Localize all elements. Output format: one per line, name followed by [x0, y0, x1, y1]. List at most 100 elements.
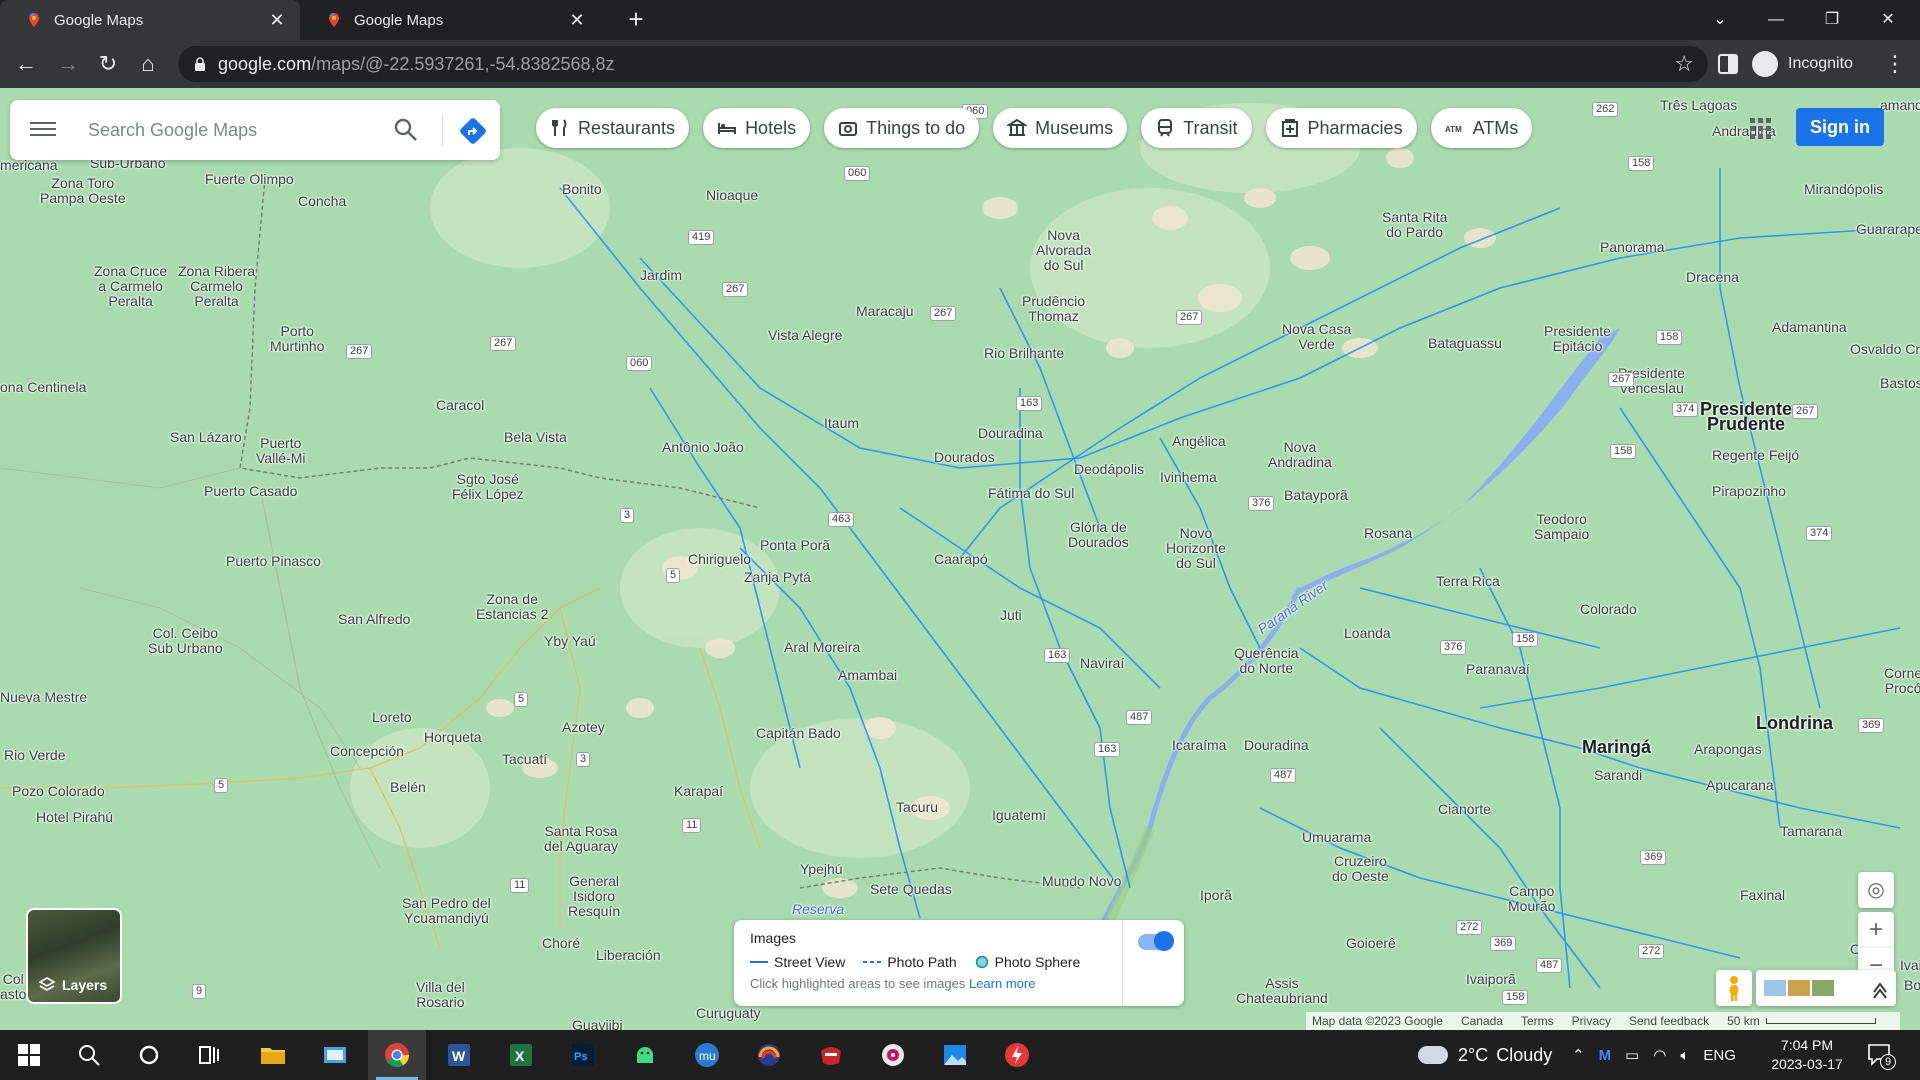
map-label[interactable]: Antônio João: [662, 440, 744, 455]
chip-restaurants[interactable]: Restaurants: [536, 108, 690, 148]
taskbar-media-app[interactable]: [864, 1030, 922, 1080]
map-label[interactable]: Glória de Dourados: [1068, 520, 1129, 550]
volume-icon[interactable]: 🔈︎: [1680, 1047, 1689, 1064]
map-label[interactable]: Deodápolis: [1074, 462, 1144, 477]
directions-icon[interactable]: [458, 116, 488, 146]
route-shield[interactable]: 158: [1656, 330, 1683, 345]
route-shield[interactable]: 267: [346, 344, 373, 359]
map-label[interactable]: Horqueta: [424, 730, 482, 745]
map-label[interactable]: Bor: [1904, 978, 1920, 993]
map-label[interactable]: Mundo Novo: [1042, 874, 1121, 889]
map-label[interactable]: Batayporã: [1284, 488, 1348, 503]
map-label[interactable]: Santa Rita do Pardo: [1382, 210, 1447, 240]
map-label[interactable]: Chiriguelo: [688, 552, 751, 567]
map-label[interactable]: Dracena: [1686, 270, 1739, 285]
route-shield[interactable]: 267: [490, 336, 517, 351]
route-shield[interactable]: 5: [214, 778, 229, 793]
minimize-button[interactable]: —: [1750, 0, 1802, 40]
map-label[interactable]: Pirapozinho: [1712, 484, 1786, 499]
learn-more-link[interactable]: Learn more: [969, 976, 1035, 991]
scale-bar[interactable]: 50 km: [1727, 1014, 1876, 1028]
map-label[interactable]: Rosana: [1364, 526, 1412, 541]
map-label[interactable]: Cruzeiro do Oeste: [1332, 854, 1389, 884]
map-label[interactable]: Azotey: [562, 720, 605, 735]
route-shield[interactable]: 262: [1592, 102, 1619, 117]
map-label[interactable]: Yby Yaú: [544, 634, 596, 649]
hamburger-menu-icon[interactable]: [30, 118, 56, 142]
app-tray-icon[interactable]: M: [1599, 1047, 1612, 1064]
map-label[interactable]: Londrina: [1756, 714, 1833, 732]
map-label[interactable]: Sarandi: [1594, 768, 1642, 783]
map-label[interactable]: Presidente Prudente: [1700, 400, 1792, 433]
route-shield[interactable]: 060: [844, 166, 871, 181]
map-label[interactable]: Mirandópolis: [1804, 182, 1883, 197]
route-shield[interactable]: 369: [1858, 718, 1885, 733]
map-label[interactable]: Três Lagoas: [1660, 98, 1737, 113]
route-shield[interactable]: 9: [192, 984, 207, 999]
map-label[interactable]: San Alfredo: [338, 612, 410, 627]
map-label[interactable]: Santa Rosa del Aguaray: [544, 824, 618, 854]
tab-close-icon[interactable]: ✕: [564, 10, 590, 31]
reload-button[interactable]: ↻: [90, 46, 126, 82]
map-label[interactable]: Caarapó: [934, 552, 988, 567]
map-label[interactable]: Reserva: [792, 902, 844, 917]
browser-tab-active[interactable]: Google Maps ✕: [0, 0, 300, 40]
map-label[interactable]: Belén: [390, 780, 426, 795]
map-label[interactable]: Liberación: [596, 948, 661, 963]
taskbar-mu-app[interactable]: mu: [678, 1030, 736, 1080]
map-label[interactable]: Querência do Norte: [1234, 646, 1299, 676]
map-label[interactable]: Concepción: [330, 744, 404, 759]
map-label[interactable]: Rio Verde: [4, 748, 65, 763]
map-label[interactable]: Bastos: [1880, 376, 1920, 391]
map-label[interactable]: Col asto: [0, 972, 26, 1002]
map-label[interactable]: Iguatemi: [992, 808, 1046, 823]
battery-icon[interactable]: ▭: [1625, 1046, 1639, 1064]
map-label[interactable]: San Pedro del Ycuamandiyú: [402, 896, 491, 926]
taskbar-android-app[interactable]: [616, 1030, 674, 1080]
map-label[interactable]: Zona de Estancias 2: [476, 592, 548, 622]
map-label[interactable]: Villa del Rosario: [416, 980, 465, 1010]
map-label[interactable]: Juti: [1000, 608, 1022, 623]
map-label[interactable]: Umuarama: [1302, 830, 1371, 845]
map-label[interactable]: ona Centinela: [0, 380, 86, 395]
route-shield[interactable]: 163: [1044, 648, 1071, 663]
incognito-profile-button[interactable]: Incognito: [1752, 48, 1853, 80]
home-button[interactable]: ⌂: [130, 46, 166, 82]
map-label[interactable]: Presidente Epitácio: [1544, 324, 1611, 354]
map-label[interactable]: Bataguassu: [1428, 336, 1502, 351]
route-shield[interactable]: 267: [1176, 310, 1203, 325]
side-panel-icon[interactable]: [1714, 50, 1742, 78]
route-shield[interactable]: 487: [1270, 768, 1297, 783]
map-label[interactable]: Loanda: [1344, 626, 1391, 641]
chip-pharmacies[interactable]: Pharmacies: [1265, 108, 1417, 148]
map-label[interactable]: Pozo Colorado: [12, 784, 105, 799]
route-shield[interactable]: 374: [1806, 526, 1833, 541]
taskbar-word[interactable]: W: [430, 1030, 488, 1080]
terms-link[interactable]: Terms: [1521, 1014, 1554, 1028]
taskbar-control-panel[interactable]: [306, 1030, 364, 1080]
route-shield[interactable]: 267: [722, 282, 749, 297]
taskbar-photoshop[interactable]: Ps: [554, 1030, 612, 1080]
map-label[interactable]: Goioerê: [1346, 936, 1396, 951]
map-label[interactable]: Concha: [298, 194, 346, 209]
map-label[interactable]: Teodoro Sampaio: [1534, 512, 1589, 542]
map-label[interactable]: Nueva Mestre: [0, 690, 87, 705]
map-label[interactable]: Nova Andradina: [1268, 440, 1332, 470]
map-label[interactable]: Arapongas: [1694, 742, 1762, 757]
taskbar-file-explorer[interactable]: [244, 1030, 302, 1080]
map-label[interactable]: Colorado: [1580, 602, 1637, 617]
map-label[interactable]: Panorama: [1600, 240, 1665, 255]
map-label[interactable]: Choré: [542, 936, 580, 951]
search-input[interactable]: [88, 114, 368, 146]
map-label[interactable]: San Lázaro: [170, 430, 242, 445]
address-bar[interactable]: google.com/maps/@-22.5937261,-54.8382568…: [178, 46, 1708, 82]
map-label[interactable]: Guaviibi: [572, 1018, 623, 1031]
map-label[interactable]: Porto Murtinho: [270, 324, 324, 354]
map-label[interactable]: Douradina: [1244, 738, 1309, 753]
route-shield[interactable]: 267: [1608, 372, 1635, 387]
map-label[interactable]: mericana: [0, 158, 58, 173]
google-apps-icon[interactable]: [1748, 116, 1772, 140]
taskbar-chrome[interactable]: [368, 1030, 426, 1080]
map-label[interactable]: General Isidoro Resquín: [568, 874, 620, 919]
taskbar-excel[interactable]: X: [492, 1030, 550, 1080]
